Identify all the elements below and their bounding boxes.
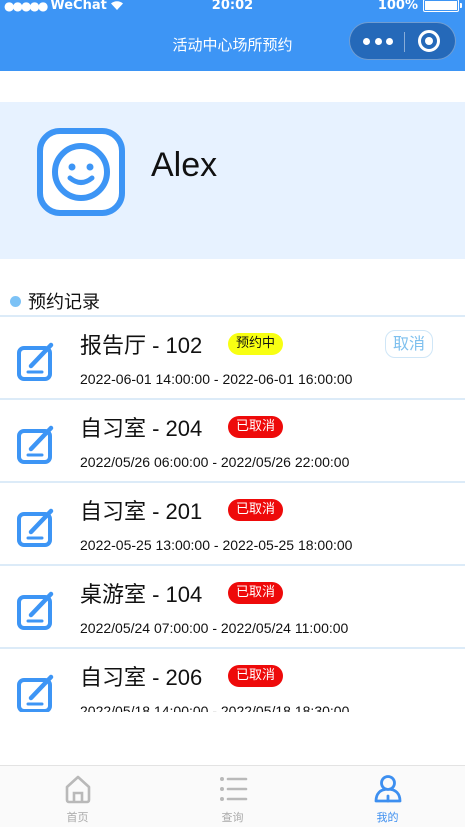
battery-percent: 100% [377, 0, 418, 13]
avatar-smiley-icon[interactable] [36, 127, 126, 217]
more-dot-icon [374, 37, 382, 45]
record-time: 2022-06-01 14:00:00 - 2022-06-01 16:00:0… [80, 371, 353, 387]
record-time: 2022/05/24 07:00:00 - 2022/05/24 11:00:0… [80, 620, 349, 636]
tab-mine[interactable]: 我的 [310, 766, 465, 827]
record-title: 报告厅 - 102 [80, 333, 203, 358]
capsule-divider [404, 32, 405, 52]
close-miniprogram-button[interactable] [418, 30, 440, 52]
cancel-button[interactable]: 取消 [385, 330, 433, 358]
battery-icon [423, 0, 462, 12]
more-dot-icon [386, 37, 393, 45]
record-title: 自习室 - 204 [80, 416, 203, 441]
status-bar: ●●●●● WeChat 20:02 100% [0, 0, 465, 14]
user-name: Alex [151, 146, 218, 184]
record-time: 2022-05-25 13:00:00 - 2022-05-25 18:00:0… [80, 537, 353, 553]
record-title: 桌游室 - 104 [80, 582, 203, 607]
bottom-tab-bar: 首页 查询 我的 [0, 765, 465, 827]
tab-label: 我的 [376, 811, 399, 824]
profile-card: Alex [0, 102, 465, 259]
edit-icon [17, 674, 54, 712]
more-dot-icon [363, 37, 370, 45]
status-badge: 已取消 [228, 665, 284, 687]
record-title: 自习室 - 201 [80, 499, 203, 524]
tab-query[interactable]: 查询 [155, 766, 310, 827]
status-badge: 已取消 [228, 416, 284, 438]
tab-label: 首页 [66, 811, 89, 824]
record-item[interactable]: 报告厅 - 102 预约中 取消 2022-06-01 14:00:00 - 2… [0, 317, 465, 400]
section-title: 预约记录 [28, 292, 100, 313]
user-icon [374, 775, 401, 803]
status-badge: 已取消 [228, 499, 284, 521]
record-time: 2022/05/18 14:00:00 - 2022/05/18 18:30:0… [80, 703, 350, 712]
bullet-dot-icon [10, 295, 21, 307]
tab-home[interactable]: 首页 [0, 766, 155, 827]
status-badge: 预约中 [228, 333, 284, 355]
record-item[interactable]: 自习室 - 201 已取消 2022-05-25 13:00:00 - 2022… [0, 483, 465, 566]
more-button[interactable] [363, 31, 393, 51]
record-item[interactable]: 自习室 - 204 已取消 2022/05/26 06:00:00 - 2022… [0, 400, 465, 483]
record-item[interactable]: 自习室 - 206 已取消 2022/05/18 14:00:00 - 2022… [0, 649, 465, 712]
status-right: 100% [377, 0, 462, 13]
section-header: 预约记录 [10, 288, 100, 314]
miniprogram-capsule [349, 22, 456, 60]
status-badge: 已取消 [228, 582, 284, 604]
record-list[interactable]: 报告厅 - 102 预约中 取消 2022-06-01 14:00:00 - 2… [0, 315, 465, 712]
list-icon [219, 777, 247, 801]
tab-label: 查询 [221, 811, 244, 824]
edit-icon [17, 591, 54, 630]
record-title: 自习室 - 206 [80, 665, 203, 690]
edit-icon [17, 425, 54, 464]
app-header: ●●●●● WeChat 20:02 100% 活动中心场所预约 [0, 0, 465, 71]
edit-icon [17, 342, 54, 381]
home-icon [65, 775, 90, 804]
record-time: 2022/05/26 06:00:00 - 2022/05/26 22:00:0… [80, 454, 350, 470]
edit-icon [17, 508, 54, 547]
record-item[interactable]: 桌游室 - 104 已取消 2022/05/24 07:00:00 - 2022… [0, 566, 465, 649]
